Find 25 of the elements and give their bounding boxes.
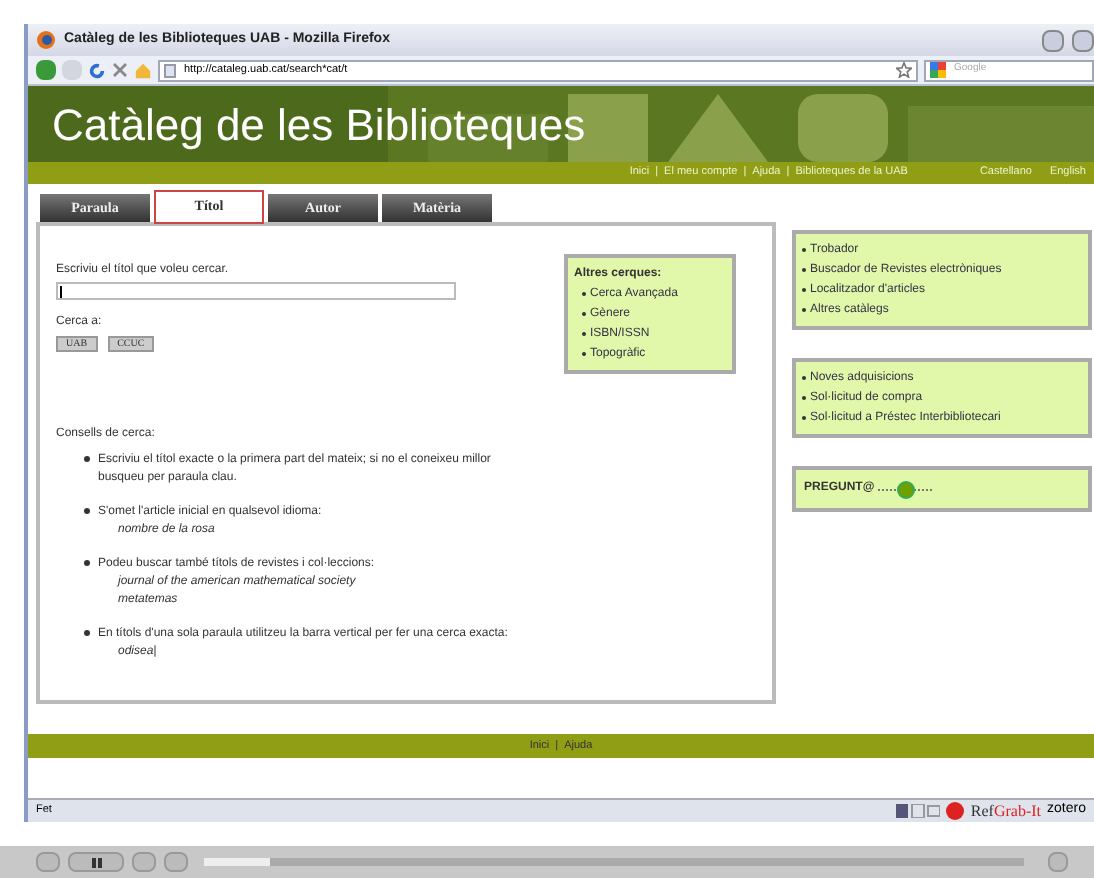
previous-button[interactable] <box>132 852 156 872</box>
close-icon[interactable] <box>112 62 128 78</box>
chat-bubble-icon[interactable] <box>878 479 935 499</box>
banner-title: Catàleg de les Biblioteques <box>52 97 586 154</box>
volume-button[interactable] <box>1048 852 1068 872</box>
bullet-icon <box>84 456 90 462</box>
firefox-icon <box>36 30 56 50</box>
pause-button[interactable] <box>68 852 124 872</box>
maximize-button[interactable] <box>1072 29 1094 51</box>
refgrab-icon[interactable] <box>946 802 965 820</box>
back-button[interactable] <box>36 60 56 80</box>
next-button[interactable] <box>164 852 188 872</box>
home-icon[interactable] <box>134 61 152 79</box>
star-icon[interactable] <box>896 62 912 78</box>
refgrab-label[interactable]: RefGrab-It <box>970 799 1042 823</box>
bullet-icon <box>84 560 90 566</box>
bullet-icon <box>84 508 90 514</box>
bullet-icon <box>84 630 90 636</box>
title-input[interactable] <box>56 282 456 300</box>
replay-button[interactable] <box>36 852 60 872</box>
google-icon <box>930 62 946 78</box>
minimize-button[interactable] <box>1042 29 1064 51</box>
page-icon <box>164 63 176 77</box>
reload-icon[interactable] <box>88 61 106 79</box>
status-icons-drawing <box>896 804 941 818</box>
